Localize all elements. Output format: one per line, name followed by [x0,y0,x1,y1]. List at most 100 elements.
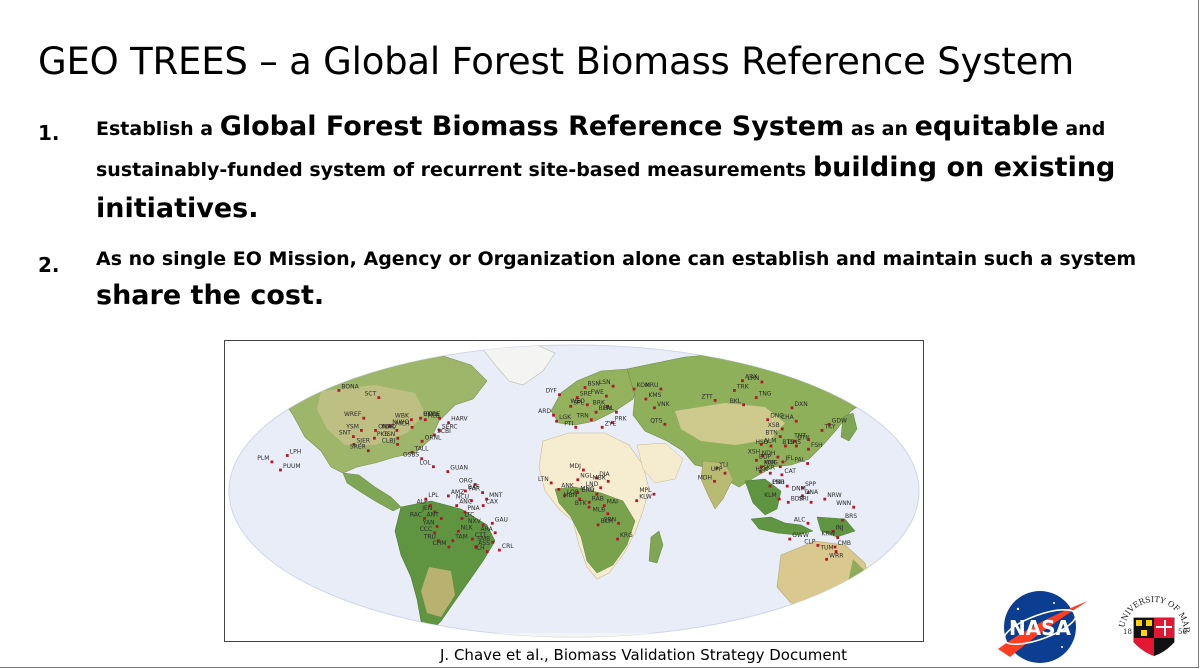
site-label-puum: PUUM [283,463,301,470]
site-marker-krw [836,536,840,539]
site-marker-pal [615,410,618,414]
site-label-klm: KLM [764,492,776,499]
site-marker-brs [841,518,844,522]
site-marker-hlb [423,418,427,422]
site-marker-pks [373,436,376,440]
site-label-lol: LOL [420,460,432,467]
site-label-far: FAR [469,486,480,493]
university-of-maryland-logo: UNIVERSITY OF MARYLAND 18 56 [1110,580,1191,656]
site-label-upp: UPP [711,466,723,473]
site-marker-xsb [780,427,784,431]
site-label-krw: KRW [821,531,835,538]
site-marker-bdr [786,500,790,504]
site-label-krg: KRG [620,532,633,539]
site-marker-clp [816,544,820,547]
site-label-sct: SCT [365,391,377,398]
bullet-number: 1. [38,121,60,145]
site-marker-dng [766,418,770,422]
site-marker-vnk [653,406,656,410]
site-label-chm: CHM [433,540,447,547]
site-marker-pti [574,425,578,429]
site-marker-bdp [755,458,758,462]
site-marker-ztt [713,399,717,402]
site-label-mch: MCH [396,420,410,427]
nasa-logo: NASA [998,591,1088,663]
site-marker-alc [806,521,810,525]
umd-year-left: 18 [1123,628,1132,636]
umd-year-right: 56 [1178,628,1187,636]
site-marker-mdh [713,479,716,483]
site-marker-bona [337,389,341,392]
site-marker-weo [585,403,589,407]
site-marker-blw [594,410,598,414]
site-label-clp: CLP [804,538,816,545]
site-marker-baf [464,489,467,493]
bullet-text: as an [844,118,915,140]
site-label-mpl: MPL [639,487,652,494]
site-label-ngl: NGL [580,473,593,480]
site-label-harv: HARV [451,416,468,423]
site-label-kms: KMS [648,392,661,399]
site-marker-wrr [825,557,828,561]
site-marker-lol [432,465,435,469]
site-marker-kms [644,397,648,401]
site-label-ant: ANT [427,512,440,519]
site-marker-ngl [576,478,580,482]
site-label-mlb: MLB [593,507,606,514]
site-label-cha: CHA [781,414,795,421]
site-label-nxv: NXV [468,518,482,525]
site-marker-nrw [823,497,827,501]
site-label-pti: PTI [564,420,573,427]
site-label-ztt: ZTT [701,393,713,400]
site-marker-rab [587,500,591,504]
site-label-amz: AMZ [451,489,464,496]
site-label-spp: SPP [805,481,816,488]
site-marker-guan [446,470,450,473]
site-marker-bts [795,444,798,448]
site-marker-sct [377,396,381,399]
site-marker-klm [777,497,781,501]
site-label-wnn: WNN [836,500,851,507]
site-label-mdj: MDJ [569,463,581,470]
site-marker-anc [455,504,459,507]
bullet-emphasis: Global Forest Biomass Reference System [219,111,845,142]
site-label-nsr: NSR [382,423,394,430]
site-marker-ltc [460,517,464,520]
site-marker-lmb [785,484,789,488]
site-label-dnm: DNM [792,486,806,493]
site-marker-lph [285,454,289,457]
site-marker-plm [270,460,274,464]
site-marker-tng [754,396,758,399]
site-label-tum: TUM [819,545,833,552]
site-marker-mlb [606,512,610,516]
site-label-klw: KLW [639,494,652,501]
site-label-nrw: NRW [827,492,841,499]
site-marker-ilh [485,550,489,553]
site-label-ccc: CCC [420,526,433,533]
site-marker-fwe [605,394,608,398]
site-marker-tam [451,539,455,543]
site-marker-qts [663,422,667,426]
site-marker-hkk [768,471,772,475]
bullet-point-1: 1. Establish a Global Forest Biomass Ref… [38,108,1178,231]
site-marker-puum [279,468,282,472]
site-marker-bcr [596,523,600,527]
bullet-list: 1. Establish a Global Forest Biomass Ref… [38,108,1178,317]
site-label-trk: TRK [736,383,750,390]
site-marker-wref [362,416,366,420]
site-marker-pal [806,462,809,465]
site-label-fsh: FSH [811,442,823,449]
site-marker-arx [741,379,744,383]
site-marker-nsr [395,429,399,432]
site-marker-sri [809,500,813,504]
site-marker-cax [481,504,485,507]
site-label-rab: RAB [592,495,604,502]
site-label-brs: BRS [845,513,857,520]
site-marker-ant [439,517,443,520]
site-label-erg: ERG [582,487,595,494]
bullet-text: As no single EO Mission, Agency or Organ… [96,248,1137,270]
site-marker-dyf [558,393,561,397]
site-label-srn: SRN [604,516,616,523]
figure-citation: J. Chave et al., Biomass Validation Stra… [440,646,847,664]
site-label-crl: CRL [502,543,514,550]
